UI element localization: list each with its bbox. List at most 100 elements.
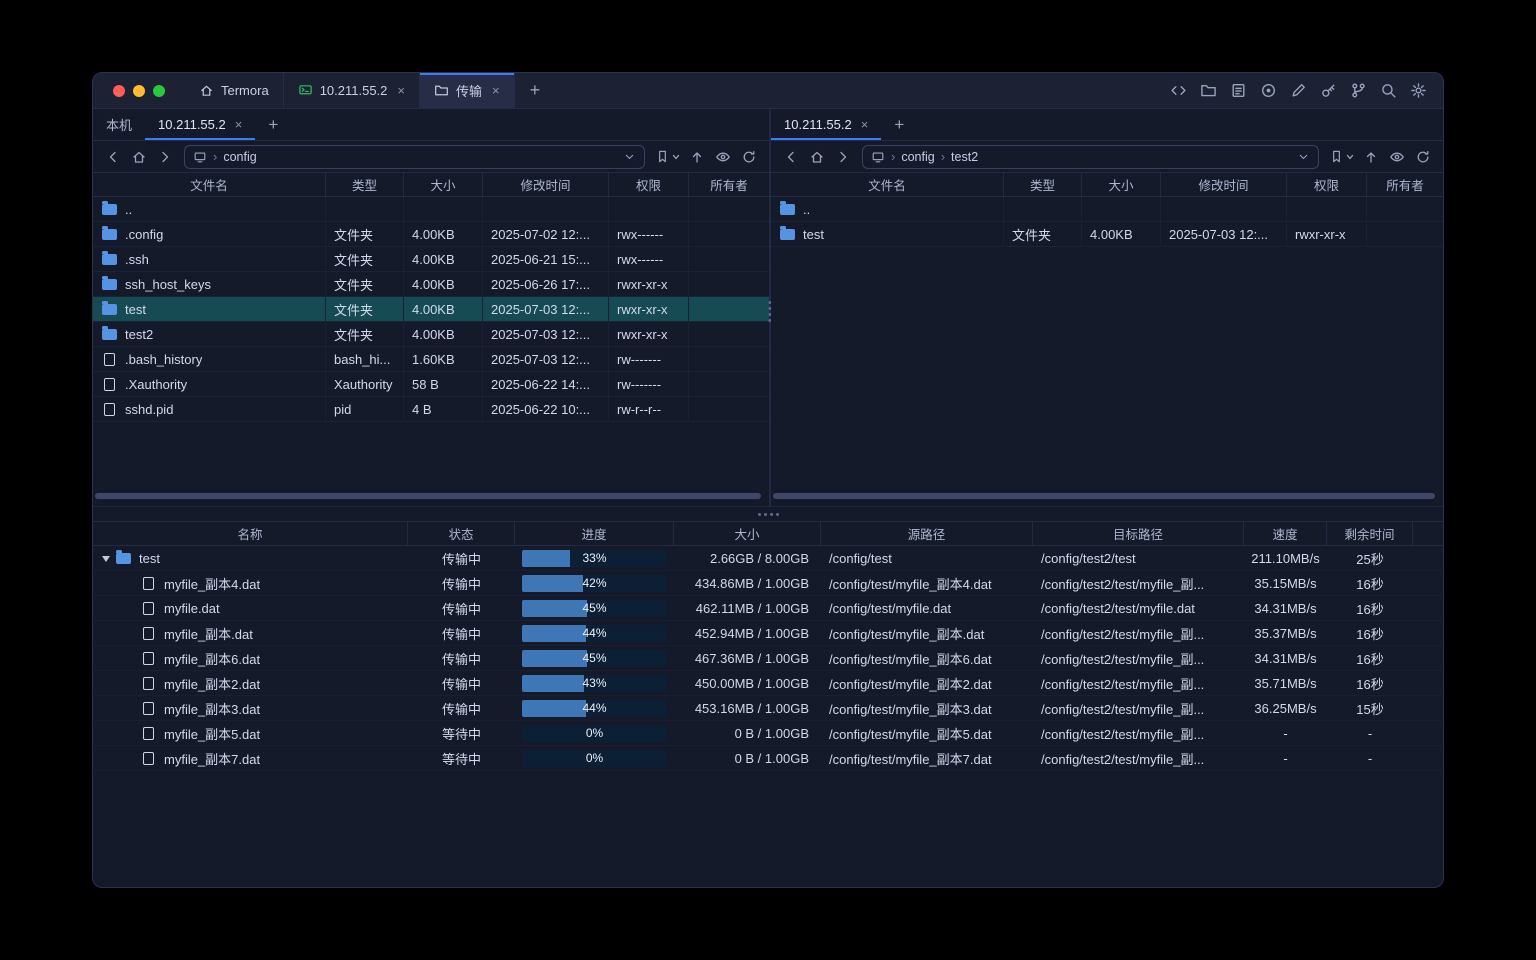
col-size[interactable]: 大小 [674,522,821,545]
tab-app-home[interactable]: Termora [185,73,284,108]
expand-chevron-icon[interactable] [102,556,110,562]
col-size[interactable]: 大小 [404,173,483,196]
folder-icon[interactable] [1200,82,1217,99]
file-row[interactable]: .ssh 文件夹 4.00KB 2025-06-21 15:... rwx---… [93,247,769,272]
col-eta[interactable]: 剩余时间 [1327,522,1413,545]
branch-icon[interactable] [1350,82,1367,99]
close-tab-icon[interactable]: × [861,117,869,132]
back-button[interactable] [101,145,125,169]
file-row[interactable]: ssh_host_keys 文件夹 4.00KB 2025-06-26 17:.… [93,272,769,297]
breadcrumb-segment[interactable]: config [901,150,934,164]
col-size[interactable]: 大小 [1082,173,1161,196]
home-button[interactable] [805,145,829,169]
chevron-down-icon[interactable] [623,150,636,163]
horizontal-scrollbar[interactable] [95,493,761,499]
key-icon[interactable] [1320,82,1337,99]
bookmark-button[interactable] [1326,145,1357,169]
breadcrumb-segment[interactable]: test2 [951,150,978,164]
upload-button[interactable] [1359,145,1383,169]
file-row[interactable]: .bash_history bash_hi... 1.60KB 2025-07-… [93,347,769,372]
transfer-row[interactable]: myfile_副本2.dat 传输中 43% 450.00MB / 1.00GB… [93,671,1443,696]
horizontal-splitter[interactable] [93,506,1443,521]
breadcrumb-segment[interactable]: config [223,150,256,164]
path-breadcrumb[interactable]: › config [184,145,645,169]
tab-local[interactable]: 本机 [93,109,145,140]
progress-label: 44% [522,625,667,642]
tab-remote-session[interactable]: 10.211.55.2 × [145,109,255,140]
col-type[interactable]: 类型 [1004,173,1082,196]
transfer-name: myfile_副本7.dat [164,749,260,768]
show-hidden-files-button[interactable] [1385,145,1409,169]
new-pane-tab-button[interactable]: + [255,109,291,140]
col-owner[interactable]: 所有者 [1367,173,1443,196]
code-icon[interactable] [1170,82,1187,99]
new-pane-tab-button[interactable]: + [881,109,917,140]
col-perm[interactable]: 权限 [609,173,689,196]
col-name[interactable]: 名称 [93,522,408,545]
refresh-button[interactable] [1411,145,1435,169]
close-tab-icon[interactable]: × [397,83,405,98]
tab-transfer[interactable]: 传输 × [420,73,515,108]
log-icon[interactable] [1230,82,1247,99]
back-button[interactable] [779,145,803,169]
col-mtime[interactable]: 修改时间 [1161,173,1287,196]
col-filename[interactable]: 文件名 [771,173,1004,196]
record-icon[interactable] [1260,82,1277,99]
show-hidden-files-button[interactable] [711,145,735,169]
file-type-icon [780,204,795,215]
search-icon[interactable] [1380,82,1397,99]
minimize-window-button[interactable] [133,85,145,97]
file-row[interactable]: test 文件夹 4.00KB 2025-07-03 12:... rwxr-x… [771,222,1443,247]
file-name-cell: .. [771,197,1004,221]
edit-icon[interactable] [1290,82,1307,99]
file-name: test [803,227,824,242]
col-speed[interactable]: 速度 [1244,522,1327,545]
path-breadcrumb[interactable]: › config › test2 [862,145,1319,169]
settings-gear-icon[interactable] [1410,82,1427,99]
file-row[interactable]: .. [771,197,1443,222]
transfer-row[interactable]: myfile_副本3.dat 传输中 44% 453.16MB / 1.00GB… [93,696,1443,721]
horizontal-scrollbar[interactable] [773,493,1435,499]
file-row[interactable]: test 文件夹 4.00KB 2025-07-03 12:... rwxr-x… [93,297,769,322]
forward-button[interactable] [153,145,177,169]
col-owner[interactable]: 所有者 [689,173,769,196]
col-progress[interactable]: 进度 [515,522,674,545]
refresh-button[interactable] [737,145,761,169]
transfer-eta: - [1327,721,1413,745]
file-row[interactable]: .. [93,197,769,222]
new-tab-button[interactable]: + [515,73,556,108]
chevron-down-icon[interactable] [1297,150,1310,163]
close-window-button[interactable] [113,85,125,97]
transfer-row[interactable]: myfile_副本7.dat 等待中 0% 0 B / 1.00GB /conf… [93,746,1443,771]
file-row[interactable]: .config 文件夹 4.00KB 2025-07-02 12:... rwx… [93,222,769,247]
col-status[interactable]: 状态 [408,522,515,545]
transfer-row[interactable]: myfile_副本4.dat 传输中 42% 434.86MB / 1.00GB… [93,571,1443,596]
upload-button[interactable] [685,145,709,169]
col-type[interactable]: 类型 [326,173,404,196]
home-button[interactable] [127,145,151,169]
bookmark-button[interactable] [652,145,683,169]
close-tab-icon[interactable]: × [492,83,500,98]
transfer-row[interactable]: myfile_副本5.dat 等待中 0% 0 B / 1.00GB /conf… [93,721,1443,746]
tab-remote-session[interactable]: 10.211.55.2 × [771,109,881,140]
file-row[interactable]: .Xauthority Xauthority 58 B 2025-06-22 1… [93,372,769,397]
transfer-row[interactable]: myfile.dat 传输中 45% 462.11MB / 1.00GB /co… [93,596,1443,621]
col-target-path[interactable]: 目标路径 [1033,522,1244,545]
transfer-row[interactable]: myfile_副本.dat 传输中 44% 452.94MB / 1.00GB … [93,621,1443,646]
col-perm[interactable]: 权限 [1287,173,1367,196]
col-filename[interactable]: 文件名 [93,173,326,196]
tab-session[interactable]: 10.211.55.2 × [284,73,420,108]
zoom-window-button[interactable] [153,85,165,97]
file-type-icon [104,403,115,416]
close-tab-icon[interactable]: × [235,117,243,132]
transfer-row[interactable]: myfile_副本6.dat 传输中 45% 467.36MB / 1.00GB… [93,646,1443,671]
forward-button[interactable] [831,145,855,169]
col-mtime[interactable]: 修改时间 [483,173,609,196]
transfer-row[interactable]: test 传输中 33% 2.66GB / 8.00GB /config/tes… [93,546,1443,571]
file-row[interactable]: sshd.pid pid 4 B 2025-06-22 10:... rw-r-… [93,397,769,422]
transfer-source-path: /config/test/myfile_副本7.dat [821,746,1033,770]
file-row[interactable]: test2 文件夹 4.00KB 2025-07-03 12:... rwxr-… [93,322,769,347]
col-source-path[interactable]: 源路径 [821,522,1033,545]
transfer-eta: - [1327,746,1413,770]
file-size: 4.00KB [404,247,483,271]
